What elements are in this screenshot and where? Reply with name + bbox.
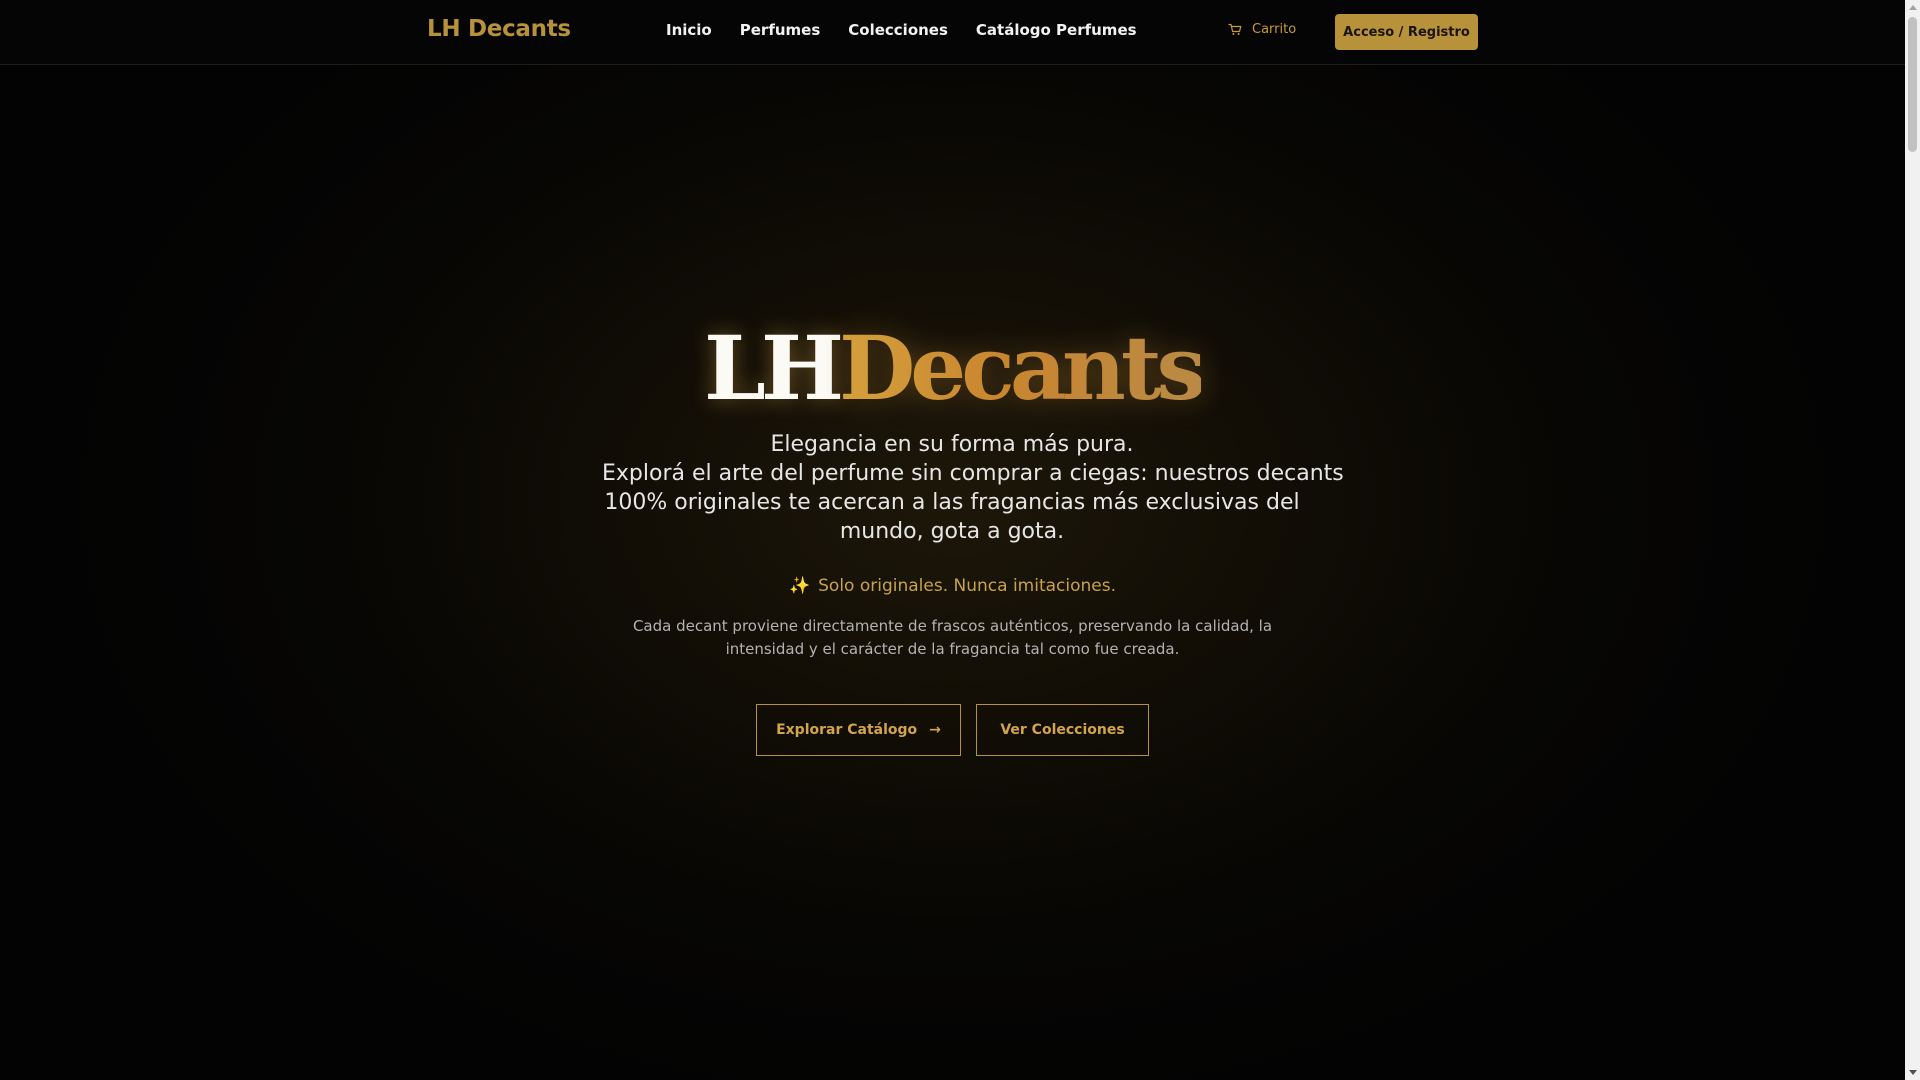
originals-tagline: ✨ Solo originales. Nunca imitaciones. bbox=[0, 576, 1905, 596]
scrollbar-thumb[interactable] bbox=[1908, 17, 1917, 152]
description-line: intensidad y el carácter de la fragancia… bbox=[725, 640, 1180, 658]
nav-link-inicio[interactable]: Inicio bbox=[666, 21, 712, 39]
view-collections-button[interactable]: Ver Colecciones bbox=[976, 704, 1149, 756]
hero-lead-text: Elegancia en su forma más pura. Explorá … bbox=[602, 430, 1344, 546]
sparkles-icon: ✨ bbox=[788, 576, 811, 596]
tagline-text: Solo originales. Nunca imitaciones. bbox=[818, 576, 1117, 596]
scroll-up-arrow-icon[interactable] bbox=[1905, 0, 1920, 15]
description-line: Cada decant proviene directamente de fra… bbox=[632, 617, 1273, 635]
nav-link-colecciones[interactable]: Colecciones bbox=[848, 21, 948, 39]
hero-lead-line: Elegancia en su forma más pura. bbox=[770, 432, 1134, 457]
cart-label: Carrito bbox=[1252, 22, 1297, 37]
hero-title: LHDecants bbox=[0, 318, 1905, 418]
hero-lead-line: Explorá el arte del perfume sin comprar … bbox=[602, 461, 1344, 486]
page: LH Decants Inicio Perfumes Colecciones C… bbox=[0, 0, 1920, 1080]
top-navbar: LH Decants Inicio Perfumes Colecciones C… bbox=[0, 0, 1905, 65]
hero-description: Cada decant proviene directamente de fra… bbox=[0, 615, 1905, 661]
hero-lead-line: mundo, gota a gota. bbox=[839, 519, 1065, 544]
hero-title-lh: LH bbox=[703, 316, 844, 420]
explore-catalog-button[interactable]: Explorar Catálogo → bbox=[756, 704, 961, 756]
nav-links: Inicio Perfumes Colecciones Catálogo Per… bbox=[666, 21, 1165, 39]
cart-icon bbox=[1228, 23, 1242, 36]
brand-logo[interactable]: LH Decants bbox=[427, 16, 571, 42]
nav-link-catalogo-perfumes[interactable]: Catálogo Perfumes bbox=[976, 21, 1137, 39]
cart-link[interactable]: Carrito bbox=[1228, 22, 1296, 37]
hero-lead-line: 100% originales te acercan a las fraganc… bbox=[604, 490, 1300, 515]
hero-title-decants: Decants bbox=[838, 316, 1206, 420]
vertical-scrollbar[interactable] bbox=[1905, 0, 1920, 1080]
nav-link-perfumes[interactable]: Perfumes bbox=[740, 21, 821, 39]
explore-catalog-label: Explorar Catálogo bbox=[776, 722, 918, 738]
login-register-button[interactable]: Acceso / Registro bbox=[1335, 14, 1478, 50]
arrow-right-icon: → bbox=[929, 722, 941, 738]
scroll-down-arrow-icon[interactable] bbox=[1905, 1065, 1920, 1080]
